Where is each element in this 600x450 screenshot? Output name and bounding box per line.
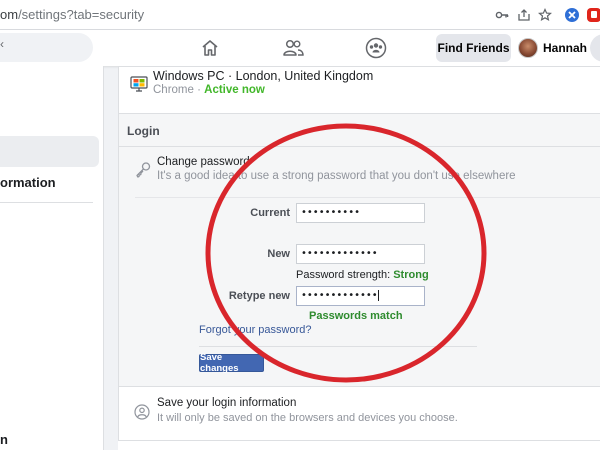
current-password-field[interactable]: ••••••••••: [296, 203, 425, 223]
profile-name: Hannah: [543, 41, 588, 55]
settings-sidebar: ormation n: [0, 66, 104, 450]
save-login-info-row[interactable]: Save your login information It will only…: [119, 387, 600, 441]
divider: [199, 346, 477, 347]
person-icon: [134, 404, 150, 420]
sidebar-item-security[interactable]: [0, 136, 99, 167]
forgot-password-link[interactable]: Forgot your password?: [199, 324, 312, 336]
device-separator: ·: [193, 84, 205, 96]
avatar: [518, 38, 538, 58]
red-extension-icon[interactable]: [585, 6, 600, 24]
find-friends-button[interactable]: Find Friends: [436, 34, 511, 62]
login-section-header: Login: [119, 114, 600, 147]
new-password-label: New: [267, 248, 290, 260]
security-settings-panel: Windows PC · London, United Kingdom Chro…: [118, 66, 600, 441]
strength-label: Password strength:: [296, 269, 394, 281]
new-password-field[interactable]: •••••••••••••: [296, 244, 425, 264]
device-session-row: Windows PC · London, United Kingdom Chro…: [119, 67, 600, 111]
home-icon[interactable]: [198, 36, 222, 60]
retype-password-value: •••••••••••••: [301, 290, 378, 301]
friends-icon[interactable]: [281, 36, 305, 60]
key-icon: [134, 161, 152, 179]
top-navigation: ‹ Find Friends Hannah: [0, 30, 600, 66]
device-browser: Chrome: [153, 84, 194, 96]
url-path: /settings?tab=security: [18, 7, 145, 22]
sidebar-item-bottom[interactable]: n: [0, 432, 8, 447]
profile-button[interactable]: Hannah: [518, 34, 587, 62]
section-title: Login: [127, 124, 160, 138]
address-bar[interactable]: om/settings?tab=security: [0, 7, 144, 22]
browser-toolbar: om/settings?tab=security: [0, 0, 600, 30]
password-strength: Password strength: Strong: [296, 269, 429, 281]
save-login-title: Save your login information: [157, 397, 297, 409]
next-section: [118, 440, 600, 450]
retype-password-label: Retype new: [228, 290, 290, 302]
device-meta: Chrome · Active now: [153, 84, 265, 96]
groups-icon[interactable]: [364, 36, 388, 60]
bookmark-star-icon[interactable]: [536, 6, 554, 24]
key-icon[interactable]: [493, 6, 511, 24]
change-password-title[interactable]: Change password: [157, 156, 250, 168]
current-password-label: Current: [250, 207, 290, 219]
change-password-section: Change password It's a good idea to use …: [119, 147, 600, 387]
active-status: Active now: [204, 84, 265, 96]
save-changes-button[interactable]: Save changes: [199, 352, 264, 374]
sidebar-divider: [0, 202, 93, 203]
retype-password-field[interactable]: •••••••••••••: [296, 286, 425, 306]
menu-button[interactable]: [590, 34, 600, 62]
extension-icon[interactable]: [563, 6, 581, 24]
text-caret: [377, 289, 379, 301]
windows-pc-icon: [130, 75, 148, 93]
save-login-description: It will only be saved on the browsers an…: [157, 412, 458, 424]
strength-value: Strong: [393, 269, 429, 281]
share-icon[interactable]: [515, 6, 533, 24]
url-host: om: [0, 7, 19, 22]
divider: [135, 197, 600, 198]
change-password-description: It's a good idea to use a strong passwor…: [157, 170, 516, 182]
search-input[interactable]: [0, 33, 93, 62]
sidebar-item-information[interactable]: ormation: [0, 175, 56, 190]
search-icon: ‹: [0, 37, 4, 51]
passwords-match-message: Passwords match: [309, 310, 403, 322]
device-name: Windows PC · London, United Kingdom: [153, 69, 374, 83]
